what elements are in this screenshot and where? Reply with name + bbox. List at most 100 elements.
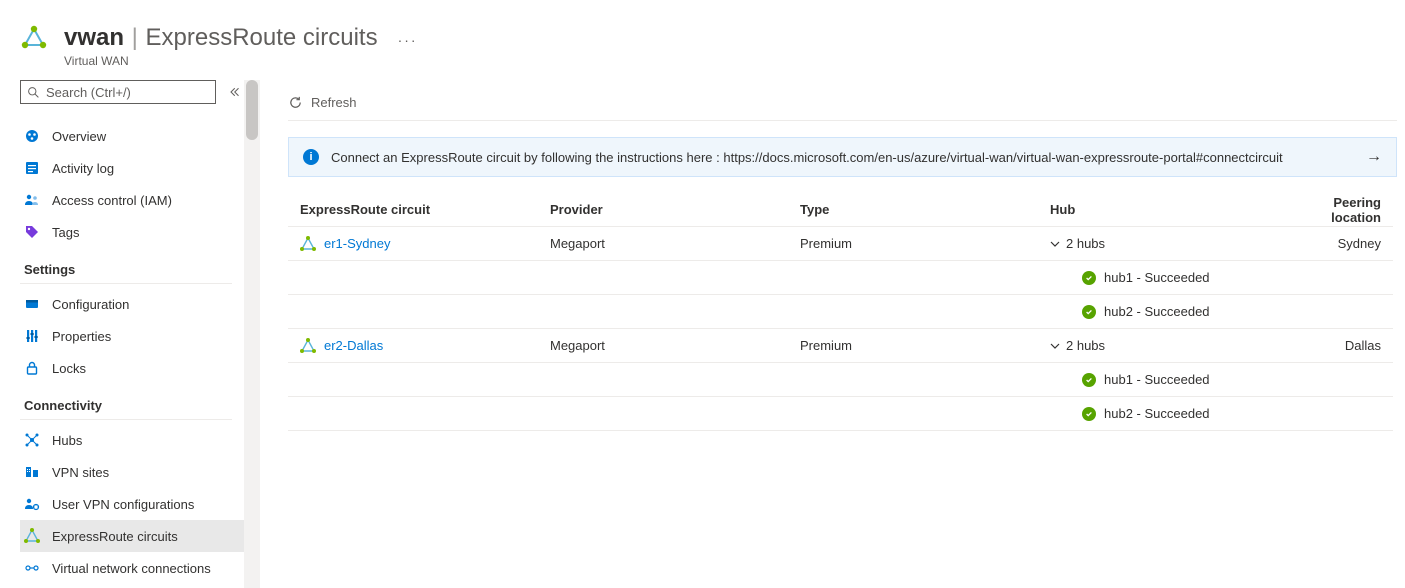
subhub-name: hub2 bbox=[1104, 304, 1133, 319]
table-subrow: hub1 - Succeeded bbox=[288, 363, 1393, 397]
success-icon bbox=[1082, 407, 1096, 421]
user-vpn-icon bbox=[24, 496, 40, 512]
sidebar-item-label: Locks bbox=[52, 361, 86, 376]
table-row[interactable]: er1-Sydney Megaport Premium 2 hubs Sydne… bbox=[288, 227, 1393, 261]
cell-hub-expand[interactable]: 2 hubs bbox=[1050, 338, 1300, 353]
title-separator: | bbox=[132, 24, 138, 51]
cell-peering: Dallas bbox=[1300, 338, 1381, 353]
toolbar: Refresh bbox=[288, 80, 1405, 120]
success-icon bbox=[1082, 373, 1096, 387]
collapse-sidebar-icon[interactable] bbox=[224, 82, 244, 102]
col-header-type[interactable]: Type bbox=[800, 202, 1050, 217]
overview-icon bbox=[24, 128, 40, 144]
circuits-table: ExpressRoute circuit Provider Type Hub P… bbox=[288, 193, 1393, 431]
sidebar-item-label: User VPN configurations bbox=[52, 497, 194, 512]
hub-summary: 2 hubs bbox=[1066, 236, 1105, 251]
table-row[interactable]: er2-Dallas Megaport Premium 2 hubs Dalla… bbox=[288, 329, 1393, 363]
sidebar-item-activity-log[interactable]: Activity log bbox=[20, 152, 244, 184]
search-input[interactable]: Search (Ctrl+/) bbox=[20, 80, 216, 104]
subhub-status: Succeeded bbox=[1144, 372, 1209, 387]
properties-icon bbox=[24, 328, 40, 344]
info-banner-text: Connect an ExpressRoute circuit by follo… bbox=[331, 150, 1354, 165]
hubs-icon bbox=[24, 432, 40, 448]
sidebar-item-overview[interactable]: Overview bbox=[20, 120, 244, 152]
subhub-status: Succeeded bbox=[1144, 304, 1209, 319]
info-icon: i bbox=[303, 149, 319, 165]
sidebar: Search (Ctrl+/) Overview bbox=[0, 80, 260, 588]
sidebar-item-label: Configuration bbox=[52, 297, 129, 312]
col-header-circuit[interactable]: ExpressRoute circuit bbox=[300, 202, 550, 217]
vpn-sites-icon bbox=[24, 464, 40, 480]
resource-icon bbox=[20, 24, 48, 52]
sidebar-item-expressroute[interactable]: ExpressRoute circuits bbox=[20, 520, 244, 552]
cell-provider: Megaport bbox=[550, 338, 800, 353]
more-icon[interactable]: ··· bbox=[398, 32, 418, 48]
page-title-strong: vwan bbox=[64, 24, 124, 51]
subhub-name: hub1 bbox=[1104, 372, 1133, 387]
subhub-status: Succeeded bbox=[1144, 406, 1209, 421]
sidebar-item-label: ExpressRoute circuits bbox=[52, 529, 178, 544]
cell-hub-expand[interactable]: 2 hubs bbox=[1050, 236, 1300, 251]
table-subrow: hub2 - Succeeded bbox=[288, 295, 1393, 329]
activity-log-icon bbox=[24, 160, 40, 176]
sidebar-item-user-vpn-config[interactable]: User VPN configurations bbox=[20, 488, 244, 520]
expressroute-icon bbox=[300, 236, 316, 252]
sidebar-item-tags[interactable]: Tags bbox=[20, 216, 244, 248]
hub-summary: 2 hubs bbox=[1066, 338, 1105, 353]
sidebar-item-label: Overview bbox=[52, 129, 106, 144]
configuration-icon bbox=[24, 296, 40, 312]
circuit-link[interactable]: er2-Dallas bbox=[324, 338, 383, 353]
sidebar-item-properties[interactable]: Properties bbox=[20, 320, 244, 352]
locks-icon bbox=[24, 360, 40, 376]
main-content: Refresh i Connect an ExpressRoute circui… bbox=[260, 80, 1405, 588]
access-control-icon bbox=[24, 192, 40, 208]
sidebar-item-label: Access control (IAM) bbox=[52, 193, 172, 208]
table-subrow: hub2 - Succeeded bbox=[288, 397, 1393, 431]
page-subtitle: Virtual WAN bbox=[64, 54, 1385, 68]
expressroute-icon bbox=[300, 338, 316, 354]
chevron-down-icon bbox=[1050, 239, 1060, 249]
sidebar-item-label: Properties bbox=[52, 329, 111, 344]
sidebar-section-connectivity: Connectivity bbox=[20, 384, 232, 420]
refresh-icon[interactable] bbox=[288, 95, 303, 110]
search-placeholder: Search (Ctrl+/) bbox=[46, 85, 131, 100]
sidebar-scrollbar[interactable] bbox=[244, 80, 260, 588]
refresh-button[interactable]: Refresh bbox=[311, 95, 357, 110]
cell-type: Premium bbox=[800, 338, 1050, 353]
sidebar-item-label: Activity log bbox=[52, 161, 114, 176]
sidebar-item-label: Hubs bbox=[52, 433, 82, 448]
page-title-light: ExpressRoute circuits bbox=[146, 24, 378, 51]
subhub-status: Succeeded bbox=[1144, 270, 1209, 285]
sidebar-item-locks[interactable]: Locks bbox=[20, 352, 244, 384]
sidebar-item-configuration[interactable]: Configuration bbox=[20, 288, 244, 320]
toolbar-divider bbox=[288, 120, 1397, 121]
vnet-connections-icon bbox=[24, 560, 40, 576]
sidebar-item-vpn-sites[interactable]: VPN sites bbox=[20, 456, 244, 488]
tags-icon bbox=[24, 224, 40, 240]
sidebar-item-label: Virtual network connections bbox=[52, 561, 211, 576]
col-header-provider[interactable]: Provider bbox=[550, 202, 800, 217]
cell-peering: Sydney bbox=[1300, 236, 1381, 251]
col-header-peering[interactable]: Peering location bbox=[1300, 195, 1381, 225]
subhub-name: hub1 bbox=[1104, 270, 1133, 285]
arrow-right-icon[interactable]: → bbox=[1366, 148, 1382, 166]
subhub-name: hub2 bbox=[1104, 406, 1133, 421]
sidebar-item-label: Tags bbox=[52, 225, 79, 240]
success-icon bbox=[1082, 305, 1096, 319]
sidebar-item-vnet-connections[interactable]: Virtual network connections bbox=[20, 552, 244, 584]
search-icon bbox=[27, 86, 40, 99]
page-header: vwan | ExpressRoute circuits ··· Virtual… bbox=[0, 0, 1405, 80]
scrollbar-thumb[interactable] bbox=[246, 80, 258, 140]
table-header-row: ExpressRoute circuit Provider Type Hub P… bbox=[288, 193, 1393, 227]
sidebar-item-access-control[interactable]: Access control (IAM) bbox=[20, 184, 244, 216]
col-header-hub[interactable]: Hub bbox=[1050, 202, 1300, 217]
cell-type: Premium bbox=[800, 236, 1050, 251]
circuit-link[interactable]: er1-Sydney bbox=[324, 236, 390, 251]
chevron-down-icon bbox=[1050, 341, 1060, 351]
sidebar-section-settings: Settings bbox=[20, 248, 232, 284]
sidebar-item-label: VPN sites bbox=[52, 465, 109, 480]
table-subrow: hub1 - Succeeded bbox=[288, 261, 1393, 295]
expressroute-icon bbox=[24, 528, 40, 544]
sidebar-item-hubs[interactable]: Hubs bbox=[20, 424, 244, 456]
info-banner: i Connect an ExpressRoute circuit by fol… bbox=[288, 137, 1397, 177]
